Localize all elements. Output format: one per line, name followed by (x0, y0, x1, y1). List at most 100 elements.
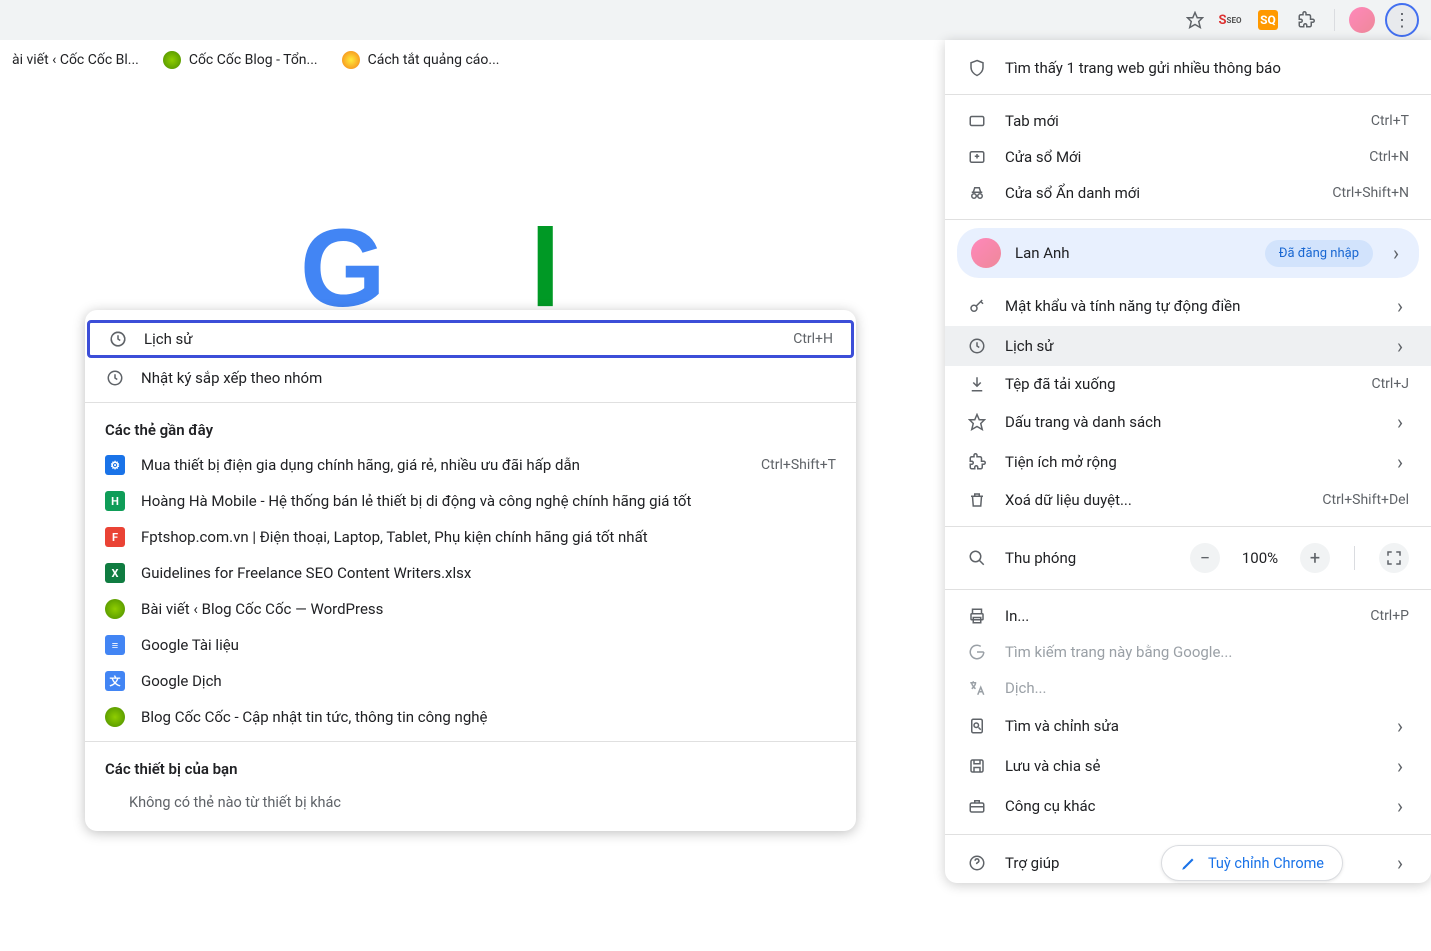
recent-tab-item[interactable]: ≡ Google Tài liệu (85, 627, 856, 663)
bookmark-item[interactable]: ài viết ‹ Cốc Cốc Bl... (12, 52, 139, 68)
site-favicon: ≡ (105, 635, 125, 655)
incognito-item[interactable]: Cửa sổ Ẩn danh mới Ctrl+Shift+N (945, 175, 1431, 211)
extension-seo-icon[interactable]: SSEO (1216, 6, 1244, 34)
bookmark-star-icon[interactable] (1184, 9, 1206, 31)
menu-shortcut: Ctrl+T (1371, 113, 1409, 129)
history-menu-item[interactable]: Lịch sử (945, 326, 1431, 366)
devices-title: Các thiết bị của bạn (85, 748, 856, 786)
devices-empty-text: Không có thẻ nào từ thiết bị khác (85, 786, 856, 823)
recent-tab-item[interactable]: X Guidelines for Freelance SEO Content W… (85, 555, 856, 591)
recent-tab-item[interactable]: Blog Cốc Cốc - Cập nhật tin tức, thông t… (85, 699, 856, 735)
zoom-icon (967, 548, 987, 568)
divider (85, 741, 856, 742)
chevron-right-icon (1391, 794, 1409, 818)
site-favicon: 文 (105, 671, 125, 691)
bookmark-favicon (342, 51, 360, 69)
print-icon (967, 606, 987, 626)
more-menu-button[interactable] (1385, 3, 1419, 37)
browser-toolbar: SSEO SQ (0, 0, 1431, 40)
save-share-item[interactable]: Lưu và chia sẻ (945, 746, 1431, 786)
bookmarks-item[interactable]: Dấu trang và danh sách (945, 402, 1431, 442)
divider (85, 402, 856, 403)
extension-sq-icon[interactable]: SQ (1254, 6, 1282, 34)
divider (1354, 546, 1355, 570)
divider (945, 589, 1431, 590)
downloads-item[interactable]: Tệp đã tải xuống Ctrl+J (945, 366, 1431, 402)
fullscreen-button[interactable] (1379, 543, 1409, 573)
menu-label: Tab mới (1005, 112, 1353, 130)
divider (945, 94, 1431, 95)
extensions-icon[interactable] (1292, 6, 1320, 34)
chevron-right-icon (1391, 294, 1409, 318)
user-name: Lan Anh (1015, 244, 1251, 262)
history-item-label: Nhật ký sắp xếp theo nhóm (141, 369, 836, 387)
menu-label: Dấu trang và danh sách (1005, 413, 1373, 431)
bookmark-item[interactable]: Cốc Cốc Blog - Tổn... (163, 51, 318, 69)
zoom-out-button[interactable]: − (1190, 543, 1220, 573)
new-tab-item[interactable]: Tab mới Ctrl+T (945, 103, 1431, 139)
passwords-item[interactable]: Mật khẩu và tính năng tự động điền (945, 286, 1431, 326)
chrome-main-menu: Tìm thấy 1 trang web gửi nhiều thông báo… (945, 40, 1431, 883)
menu-label: Lịch sử (1005, 337, 1373, 355)
menu-label: Cửa sổ Ẩn danh mới (1005, 184, 1314, 202)
recent-tab-label: Fptshop.com.vn | Điện thoại, Laptop, Tab… (141, 528, 836, 546)
menu-label: Mật khẩu và tính năng tự động điền (1005, 297, 1373, 315)
customize-chrome-button[interactable]: Tuỳ chỉnh Chrome (1161, 845, 1343, 881)
history-icon (967, 336, 987, 356)
pencil-icon (1180, 854, 1198, 872)
more-tools-item[interactable]: Công cụ khác (945, 786, 1431, 826)
clear-data-item[interactable]: Xoá dữ liệu duyệt... Ctrl+Shift+Del (945, 482, 1431, 518)
menu-label: Tiện ích mở rộng (1005, 453, 1373, 471)
menu-label: In... (1005, 607, 1352, 625)
toolbox-icon (967, 796, 987, 816)
notification-notice[interactable]: Tìm thấy 1 trang web gửi nhiều thông báo (945, 50, 1431, 86)
translate-item[interactable]: Dịch... (945, 670, 1431, 706)
menu-shortcut: Ctrl+J (1371, 376, 1409, 392)
history-item[interactable]: Lịch sử Ctrl+H (87, 320, 854, 358)
recent-tab-item[interactable]: H Hoàng Hà Mobile - Hệ thống bán lẻ thiế… (85, 483, 856, 519)
bookmark-item[interactable]: Cách tắt quảng cáo... (342, 51, 500, 69)
site-favicon (105, 707, 125, 727)
print-item[interactable]: In... Ctrl+P (945, 598, 1431, 634)
chevron-right-icon (1391, 851, 1409, 875)
recent-tab-shortcut: Ctrl+Shift+T (761, 457, 836, 473)
recent-tab-label: Hoàng Hà Mobile - Hệ thống bán lẻ thiết … (141, 492, 836, 510)
find-icon (967, 716, 987, 736)
translate-icon (967, 678, 987, 698)
zoom-value: 100% (1238, 549, 1282, 567)
recent-tab-label: Google Tài liệu (141, 636, 836, 654)
chevron-right-icon (1391, 714, 1409, 738)
history-submenu: Lịch sử Ctrl+H Nhật ký sắp xếp theo nhóm… (85, 310, 856, 831)
divider (945, 834, 1431, 835)
user-badge: Đã đăng nhập (1265, 240, 1373, 267)
chevron-right-icon (1391, 334, 1409, 358)
recent-tab-item[interactable]: 文 Google Dịch (85, 663, 856, 699)
download-icon (967, 374, 987, 394)
site-favicon: X (105, 563, 125, 583)
divider (945, 219, 1431, 220)
save-icon (967, 756, 987, 776)
profile-avatar[interactable] (1349, 7, 1375, 33)
recent-tab-item[interactable]: ⚙ Mua thiết bị điện gia dụng chính hãng,… (85, 447, 856, 483)
chevron-right-icon (1391, 450, 1409, 474)
bookmark-label: Cách tắt quảng cáo... (368, 52, 500, 68)
zoom-label: Thu phóng (1005, 549, 1172, 567)
google-icon (967, 642, 987, 662)
zoom-in-button[interactable]: + (1300, 543, 1330, 573)
extensions-item[interactable]: Tiện ích mở rộng (945, 442, 1431, 482)
find-edit-item[interactable]: Tìm và chỉnh sửa (945, 706, 1431, 746)
site-favicon: F (105, 527, 125, 547)
notice-label: Tìm thấy 1 trang web gửi nhiều thông báo (1005, 59, 1409, 77)
recent-tab-item[interactable]: Bài viết ‹ Blog Cốc Cốc — WordPress (85, 591, 856, 627)
menu-label: Công cụ khác (1005, 797, 1373, 815)
new-window-item[interactable]: Cửa sổ Mới Ctrl+N (945, 139, 1431, 175)
recent-tab-item[interactable]: F Fptshop.com.vn | Điện thoại, Laptop, T… (85, 519, 856, 555)
site-favicon (105, 599, 125, 619)
history-groups-item[interactable]: Nhật ký sắp xếp theo nhóm (85, 360, 856, 396)
history-icon (105, 368, 125, 388)
user-account-item[interactable]: Lan Anh Đã đăng nhập (957, 228, 1419, 278)
google-search-page-item[interactable]: Tìm kiếm trang này bằng Google... (945, 634, 1431, 670)
menu-shortcut: Ctrl+P (1370, 608, 1409, 624)
bookmark-favicon (163, 51, 181, 69)
bookmark-label: Cốc Cốc Blog - Tổn... (189, 52, 318, 68)
